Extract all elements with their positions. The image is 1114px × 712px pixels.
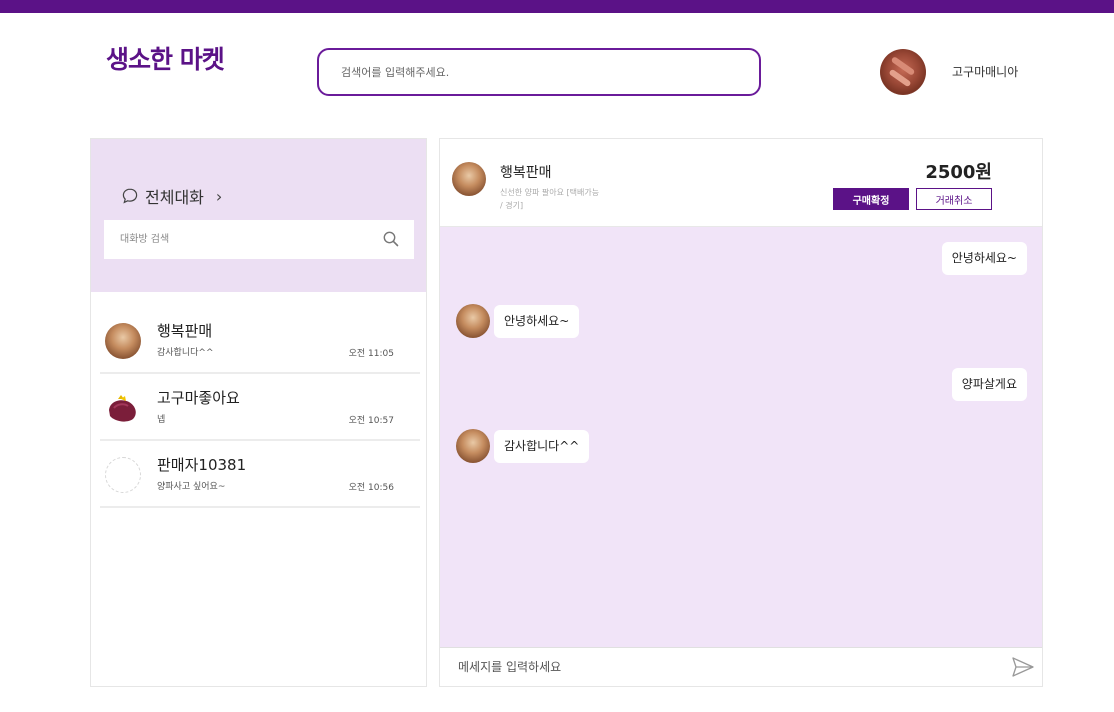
chat-bubble-icon <box>122 188 138 204</box>
product-title: 신선한 양파 팔아요 [택배가능 / 경기] <box>500 186 630 212</box>
chat-list-item[interactable]: 고구마좋아요 넵 오전 10:57 <box>100 374 420 441</box>
chat-list-header: 전체대화 › <box>91 139 426 292</box>
last-message-time: 오전 10:57 <box>348 416 394 426</box>
sender-avatar <box>456 429 490 463</box>
room-search-input[interactable] <box>120 230 370 249</box>
chat-list-panel: 전체대화 › 행복판매 감사합니다^^ 오전 11:05 고구마좋아요 <box>90 138 427 687</box>
empty-avatar <box>105 457 141 493</box>
global-search-box[interactable] <box>317 48 761 96</box>
received-message-bubble: 감사합니다^^ <box>494 430 590 463</box>
chat-list-item[interactable]: 행복판매 감사합니다^^ 오전 11:05 <box>100 307 420 374</box>
search-icon[interactable] <box>382 230 400 248</box>
last-message-preview: 넵 <box>157 415 166 425</box>
product-title-line: / 경기] <box>500 201 524 210</box>
user-name[interactable]: 고구마매니아 <box>952 63 1018 80</box>
all-chats-label: 전체대화 <box>145 188 204 207</box>
cancel-trade-button[interactable]: 거래취소 <box>916 188 992 210</box>
send-icon[interactable] <box>1011 656 1035 678</box>
last-message-time: 오전 10:56 <box>348 483 394 493</box>
conversation-header: 행복판매 신선한 양파 팔아요 [택배가능 / 경기] 2500원 구매확정 거… <box>440 139 1042 227</box>
app-logo[interactable]: 생소한 마켓 <box>106 40 225 76</box>
chat-partner-name: 판매자10381 <box>157 456 247 474</box>
message-input[interactable] <box>458 657 978 677</box>
chevron-right-icon: › <box>215 186 223 206</box>
seller-name: 행복판매 <box>500 165 552 181</box>
message-composer <box>440 647 1042 686</box>
received-message-bubble: 안녕하세요~ <box>494 305 580 338</box>
confirm-purchase-button[interactable]: 구매확정 <box>833 188 909 210</box>
chat-list-item[interactable]: 판매자10381 양파사고 싶어요~ 오전 10:56 <box>100 441 420 508</box>
chat-partner-name: 행복판매 <box>157 322 213 340</box>
seller-avatar[interactable] <box>452 162 486 196</box>
room-search-box[interactable] <box>104 220 414 259</box>
conversation-panel: 행복판매 신선한 양파 팔아요 [택배가능 / 경기] 2500원 구매확정 거… <box>439 138 1043 687</box>
last-message-time: 오전 11:05 <box>348 349 394 359</box>
all-chats-button[interactable]: 전체대화 › <box>121 184 222 208</box>
sent-message-bubble: 양파살게요 <box>951 368 1027 401</box>
last-message-preview: 감사합니다^^ <box>157 348 214 358</box>
sender-avatar <box>456 304 490 338</box>
sweet-potato-avatar <box>109 395 136 422</box>
product-title-line: 신선한 양파 팔아요 [택배가능 <box>500 188 600 197</box>
product-price: 2500원 <box>925 162 992 183</box>
chat-list: 행복판매 감사합니다^^ 오전 11:05 고구마좋아요 넵 오전 10:57 … <box>100 307 420 508</box>
message-area[interactable]: 안녕하세요~ 안녕하세요~ 양파살게요 감사합니다^^ <box>440 227 1042 647</box>
chat-partner-name: 고구마좋아요 <box>157 389 240 407</box>
global-search-input[interactable] <box>341 62 741 82</box>
top-brand-bar <box>0 0 1114 13</box>
sent-message-bubble: 안녕하세요~ <box>941 242 1027 275</box>
user-avatar[interactable] <box>880 49 926 95</box>
seller-photo-avatar <box>105 323 141 359</box>
last-message-preview: 양파사고 싶어요~ <box>157 482 226 492</box>
